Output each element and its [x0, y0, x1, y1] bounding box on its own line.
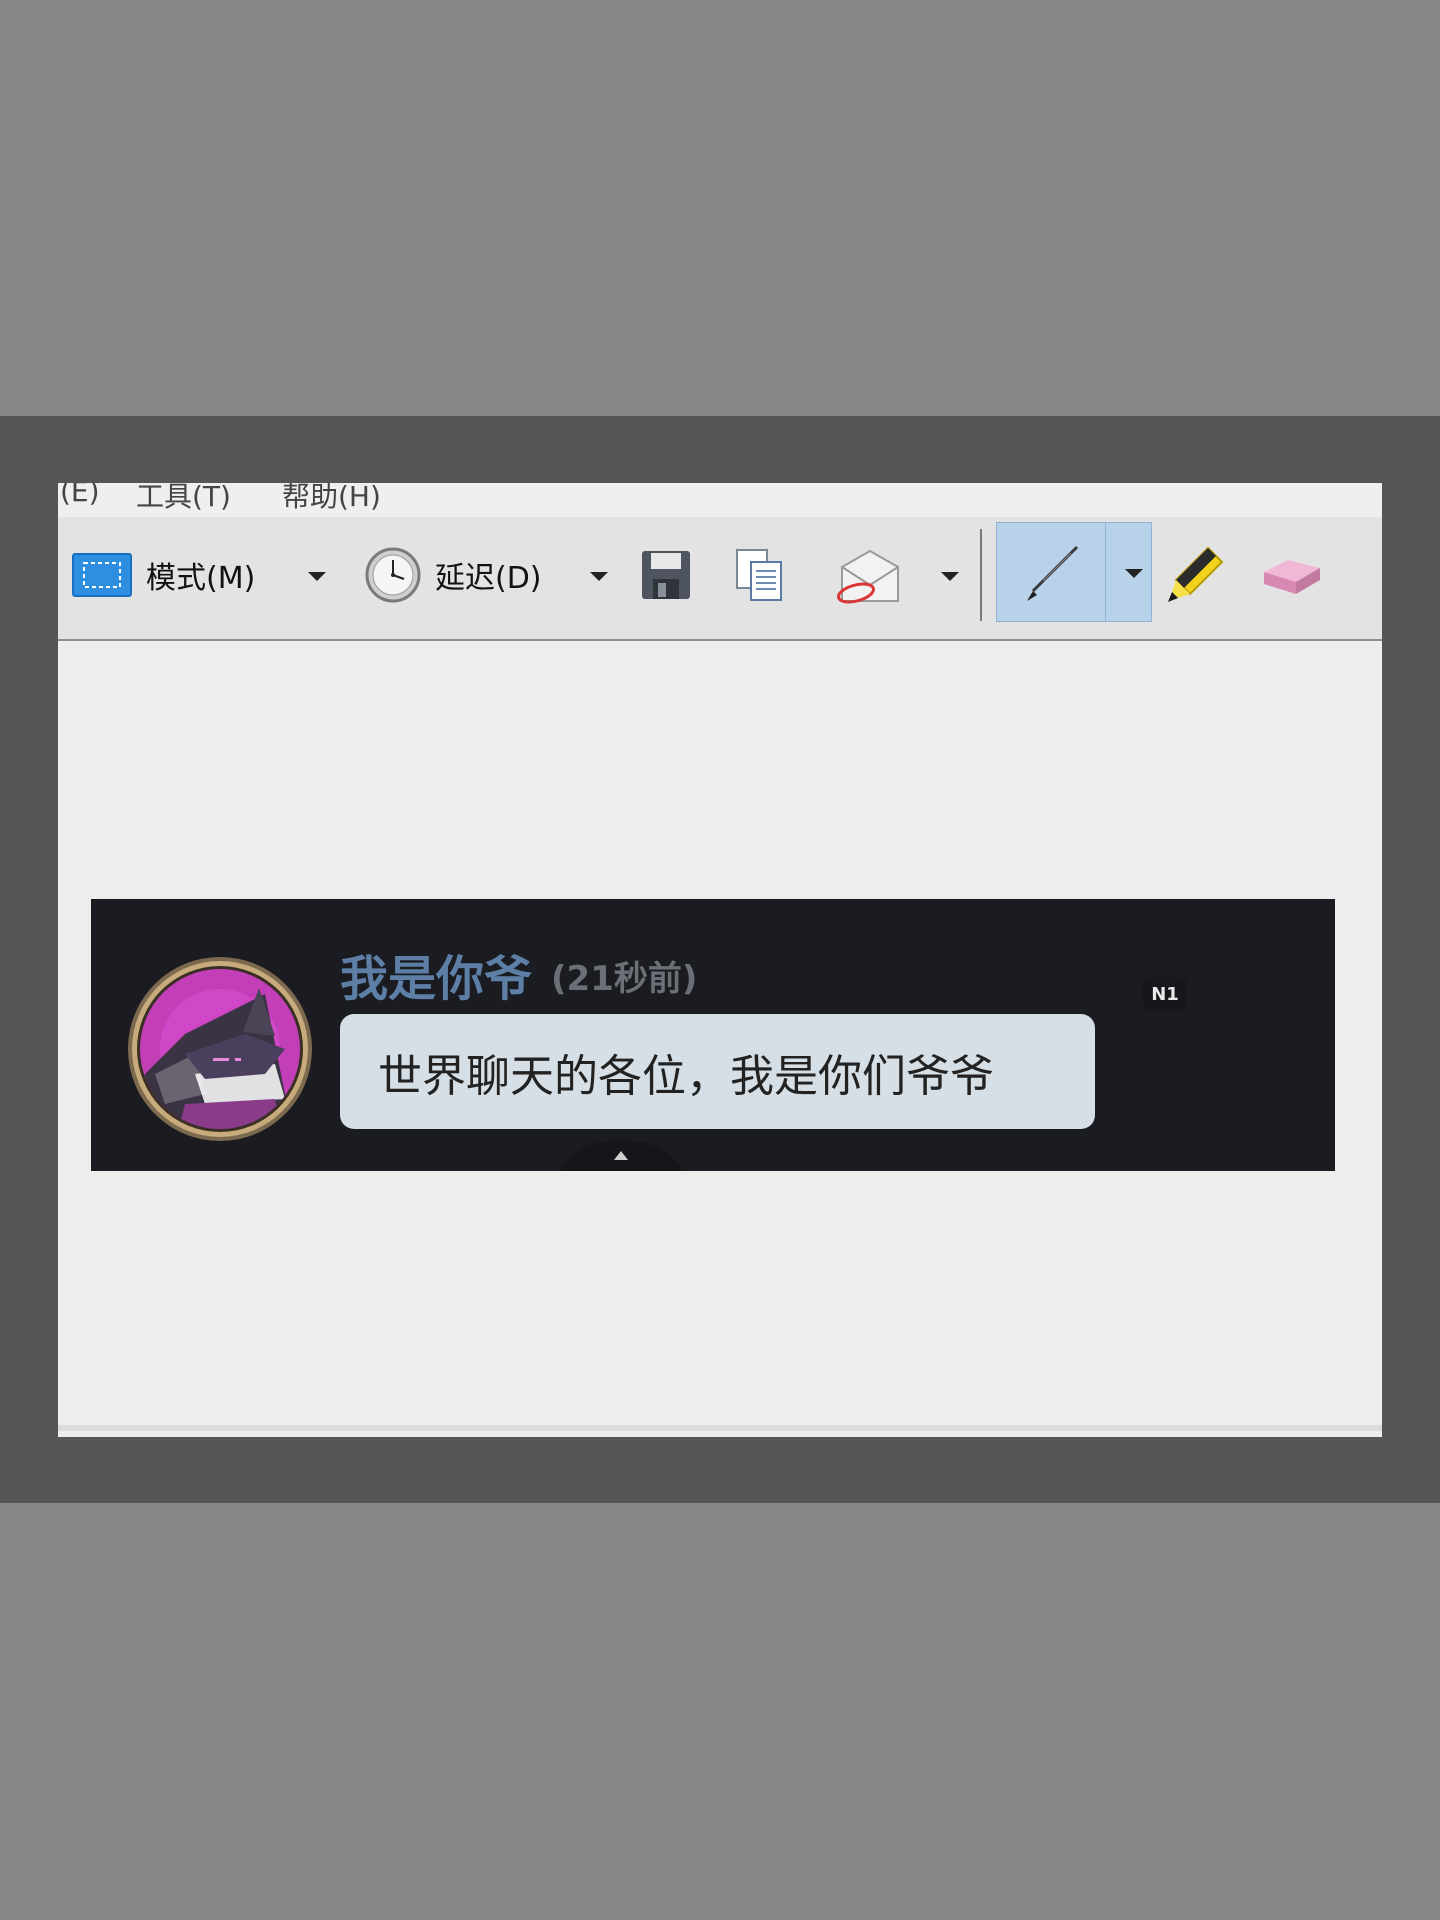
pen-button-group[interactable]: [996, 522, 1152, 622]
content-bottom-edge: [58, 1425, 1382, 1431]
clock-icon: [365, 547, 421, 603]
email-icon: [834, 545, 900, 605]
status-badge: N1: [1143, 977, 1187, 1011]
highlighter-icon: [1164, 544, 1226, 606]
save-button[interactable]: [640, 525, 692, 625]
pen-dropdown-arrow[interactable]: [1125, 569, 1143, 578]
pen-split-divider: [1105, 523, 1106, 621]
mode-label: 模式(M): [146, 561, 256, 596]
chevron-up-icon: [614, 1151, 628, 1160]
eraser-button[interactable]: [1258, 525, 1324, 625]
chat-username[interactable]: 我是你爷: [340, 939, 532, 1009]
send-email-button[interactable]: [834, 525, 900, 625]
avatar[interactable]: [125, 954, 315, 1144]
toolbar: 模式(M) 延迟(D): [58, 517, 1382, 641]
mode-button[interactable]: 模式(M): [72, 525, 255, 625]
copy-button[interactable]: [734, 525, 786, 625]
toolbar-separator: [980, 529, 982, 621]
chat-message-text: 世界聊天的各位，我是你们爷爷: [378, 1050, 994, 1102]
snipping-tool-window: (E) 工具(T) 帮助(H) 模式(M) 延迟(D) 我是你爷 (21秒前) …: [58, 483, 1382, 1437]
scroll-up-button[interactable]: [551, 1141, 691, 1171]
delay-button[interactable]: 延迟(D): [365, 525, 542, 625]
delay-label: 延迟(D): [435, 561, 542, 596]
menu-edit[interactable]: (E): [60, 483, 100, 508]
copy-icon: [734, 547, 786, 603]
capture-area: 我是你爷 (21秒前) 世界聊天的各位，我是你们爷爷 N1: [58, 641, 1382, 1431]
menu-tools[interactable]: 工具(T): [136, 483, 231, 515]
chat-message-card: 我是你爷 (21秒前) 世界聊天的各位，我是你们爷爷 N1: [91, 899, 1335, 1171]
delay-dropdown-arrow[interactable]: [590, 572, 608, 581]
pen-icon: [1019, 543, 1081, 605]
mode-rectangle-icon: [72, 553, 132, 597]
save-icon: [640, 549, 692, 601]
highlighter-button[interactable]: [1164, 525, 1226, 625]
menu-help[interactable]: 帮助(H): [282, 483, 381, 515]
chat-message-bubble: 世界聊天的各位，我是你们爷爷: [340, 1014, 1095, 1129]
email-dropdown-arrow[interactable]: [941, 572, 959, 581]
mode-dropdown-arrow[interactable]: [308, 572, 326, 581]
chat-timestamp: (21秒前): [551, 959, 698, 999]
eraser-icon: [1258, 550, 1324, 600]
menu-bar: (E) 工具(T) 帮助(H): [58, 483, 1382, 517]
